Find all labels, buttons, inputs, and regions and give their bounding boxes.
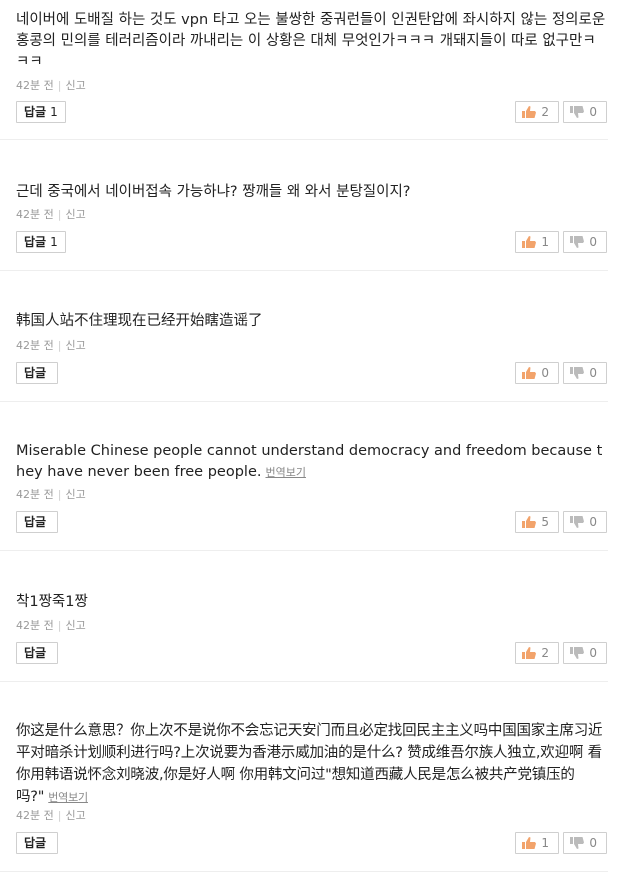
reply-count: 1 (50, 235, 58, 249)
comment-meta: 42분 전 | 신고 (16, 809, 86, 823)
comment-time: 42분 전 (16, 208, 54, 221)
translate-link[interactable]: 번역보기 (48, 791, 88, 804)
comment-meta: 42분 전 | 신고 (16, 488, 86, 502)
meta-divider: | (57, 619, 62, 632)
comment-item: 你这是什么意思？你上次不是说你不会忘记天安门而且必定找回民主主义吗中国国家主席习… (0, 682, 608, 872)
like-button[interactable]: 2 (515, 642, 559, 664)
comment-text: Miserable Chinese people cannot understa… (16, 441, 608, 483)
comment-body: 你这是什么意思？你上次不是说你不会忘记天安门而且必定找回民主主义吗中国国家主席习… (16, 723, 603, 805)
reply-label: 답글 (24, 366, 47, 380)
dislike-button[interactable]: 0 (563, 362, 607, 384)
like-count: 2 (541, 105, 549, 119)
like-count: 1 (541, 836, 549, 850)
report-link[interactable]: 신고 (65, 208, 85, 221)
dislike-count: 0 (589, 646, 597, 660)
thumbs-down-icon (570, 236, 584, 248)
dislike-count: 0 (589, 515, 597, 529)
dislike-count: 0 (589, 235, 597, 249)
thumbs-up-icon (522, 647, 536, 659)
reply-button[interactable]: 답글 1 (16, 101, 66, 123)
like-button[interactable]: 1 (515, 231, 559, 253)
comment-text: 你这是什么意思？你上次不是说你不会忘记天安门而且必定找回民主主义吗中国国家主席习… (16, 720, 608, 809)
comment-time: 42분 전 (16, 339, 54, 352)
thumbs-up-icon (522, 837, 536, 849)
thumbs-down-icon (570, 516, 584, 528)
dislike-button[interactable]: 0 (563, 231, 607, 253)
reply-label: 답글 (24, 105, 47, 119)
comment-item: 근데 중국에서 네이버접속 가능하냐? 짱깨들 왜 와서 분탕질이지? 42분 … (0, 140, 608, 271)
comment-meta: 42분 전 | 신고 (16, 619, 86, 633)
comment-item: 네이버에 도배질 하는 것도 vpn 타고 오는 불쌍한 중궈런들이 인권탄압에… (0, 0, 608, 140)
reply-count: 1 (50, 105, 58, 119)
reply-button[interactable]: 답글 (16, 511, 59, 533)
report-link[interactable]: 신고 (65, 79, 85, 92)
comment-time: 42분 전 (16, 809, 54, 822)
like-button[interactable]: 1 (515, 832, 559, 854)
reply-button[interactable]: 답글 (16, 832, 59, 854)
thumbs-up-icon (522, 236, 536, 248)
comment-body: 착1짱죽1짱 (16, 594, 88, 610)
reply-label: 답글 (24, 515, 47, 529)
reply-label: 답글 (24, 836, 47, 850)
translate-link[interactable]: 번역보기 (265, 466, 305, 479)
thumbs-down-icon (570, 106, 584, 118)
thumbs-down-icon (570, 367, 584, 379)
dislike-count: 0 (589, 366, 597, 380)
comment-body: Miserable Chinese people cannot understa… (16, 443, 603, 480)
thumbs-up-icon (522, 367, 536, 379)
like-count: 0 (541, 366, 549, 380)
reply-button[interactable]: 답글 (16, 362, 59, 384)
comment-time: 42분 전 (16, 79, 54, 92)
dislike-button[interactable]: 0 (563, 101, 607, 123)
comment-time: 42분 전 (16, 619, 54, 632)
comment-time: 42분 전 (16, 488, 54, 501)
report-link[interactable]: 신고 (65, 488, 85, 501)
meta-divider: | (57, 809, 62, 822)
reply-label: 답글 (24, 646, 47, 660)
report-link[interactable]: 신고 (65, 339, 85, 352)
dislike-button[interactable]: 0 (563, 511, 607, 533)
comment-meta: 42분 전 | 신고 (16, 339, 86, 353)
meta-divider: | (57, 339, 62, 352)
meta-divider: | (57, 488, 62, 501)
comment-text: 네이버에 도배질 하는 것도 vpn 타고 오는 불쌍한 중궈런들이 인권탄압에… (16, 10, 608, 73)
comment-text: 착1짱죽1짱 (16, 592, 608, 613)
reply-button[interactable]: 답글 (16, 642, 59, 664)
reply-label: 답글 (24, 235, 47, 249)
comment-meta: 42분 전 | 신고 (16, 79, 86, 93)
like-button[interactable]: 2 (515, 101, 559, 123)
comment-item: 韩国人站不住理现在已经开始瞎造谣了 42분 전 | 신고 답글 0 0 (0, 271, 608, 402)
like-button[interactable]: 5 (515, 511, 559, 533)
comment-item: Miserable Chinese people cannot understa… (0, 402, 608, 551)
meta-divider: | (57, 79, 62, 92)
like-count: 1 (541, 235, 549, 249)
report-link[interactable]: 신고 (65, 619, 85, 632)
dislike-button[interactable]: 0 (563, 642, 607, 664)
thumbs-up-icon (522, 106, 536, 118)
comment-body: 韩国人站不住理现在已经开始瞎造谣了 (16, 313, 263, 329)
comment-body: 네이버에 도배질 하는 것도 vpn 타고 오는 불쌍한 중궈런들이 인권탄압에… (16, 12, 606, 70)
dislike-count: 0 (589, 836, 597, 850)
like-count: 5 (541, 515, 549, 529)
thumbs-down-icon (570, 837, 584, 849)
like-count: 2 (541, 646, 549, 660)
report-link[interactable]: 신고 (65, 809, 85, 822)
thumbs-up-icon (522, 516, 536, 528)
comment-item: 착1짱죽1짱 42분 전 | 신고 답글 2 0 (0, 551, 608, 682)
comment-text: 근데 중국에서 네이버접속 가능하냐? 짱깨들 왜 와서 분탕질이지? (16, 182, 608, 203)
meta-divider: | (57, 208, 62, 221)
dislike-button[interactable]: 0 (563, 832, 607, 854)
comment-text: 韩国人站不住理现在已经开始瞎造谣了 (16, 311, 608, 332)
comment-body: 근데 중국에서 네이버접속 가능하냐? 짱깨들 왜 와서 분탕질이지? (16, 184, 411, 200)
dislike-count: 0 (589, 105, 597, 119)
thumbs-down-icon (570, 647, 584, 659)
reply-button[interactable]: 답글 1 (16, 231, 66, 253)
like-button[interactable]: 0 (515, 362, 559, 384)
comment-meta: 42분 전 | 신고 (16, 208, 86, 222)
